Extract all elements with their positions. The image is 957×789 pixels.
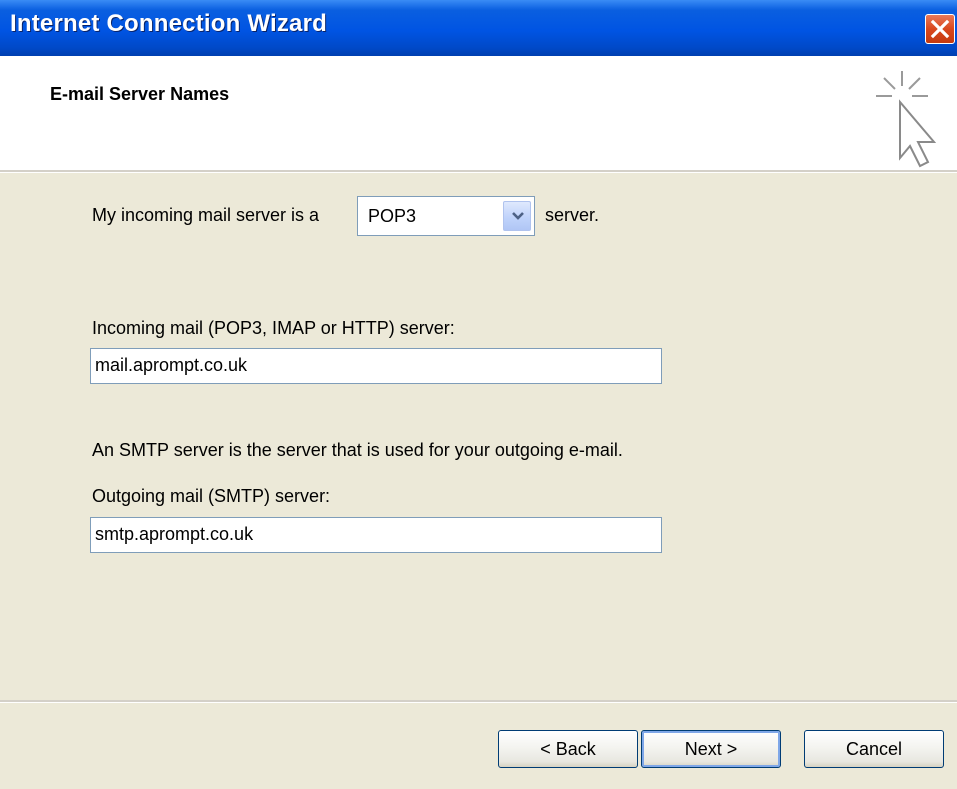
chevron-down-icon [512, 212, 524, 220]
wizard-cursor-icon [876, 71, 937, 168]
server-type-value: POP3 [368, 206, 417, 226]
smtp-description: An SMTP server is the server that is use… [92, 440, 623, 460]
next-button[interactable]: Next > [641, 730, 781, 768]
back-button[interactable]: < Back [498, 730, 638, 768]
server-type-select[interactable]: POP3 [357, 196, 535, 236]
cancel-button[interactable]: Cancel [804, 730, 944, 768]
outgoing-server-label: Outgoing mail (SMTP) server: [92, 486, 331, 506]
header-divider [0, 170, 957, 173]
window-title: Internet Connection Wizard [10, 10, 327, 37]
server-type-prefix-label: My incoming mail server is a [92, 205, 320, 225]
incoming-server-input[interactable]: mail.aprompt.co.uk [90, 348, 662, 384]
footer-divider [0, 700, 957, 703]
server-type-suffix-label: server. [545, 205, 600, 225]
close-icon [930, 19, 950, 39]
title-bar[interactable]: Internet Connection Wizard [0, 0, 957, 56]
outgoing-server-input[interactable]: smtp.aprompt.co.uk [90, 517, 662, 553]
wizard-header: E-mail Server Names [0, 56, 957, 170]
page-title: E-mail Server Names [50, 84, 230, 104]
dropdown-button[interactable] [503, 201, 531, 231]
close-button[interactable] [925, 14, 955, 44]
incoming-server-label: Incoming mail (POP3, IMAP or HTTP) serve… [92, 318, 455, 338]
